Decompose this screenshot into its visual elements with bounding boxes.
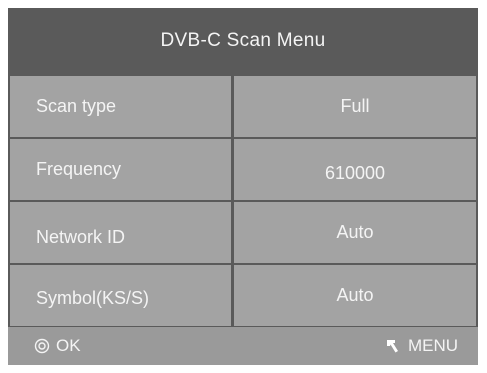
setting-label: Frequency — [36, 159, 122, 179]
ok-circle-icon — [34, 338, 50, 354]
back-arrow-icon — [384, 337, 402, 355]
dvb-c-scan-menu: DVB-C Scan Menu Scan type Full Frequency… — [8, 8, 478, 365]
menu-footer: OK MENU — [8, 327, 478, 365]
setting-value[interactable]: Auto — [234, 202, 476, 263]
menu-title: DVB-C Scan Menu — [160, 30, 326, 51]
settings-list: Scan type Full Frequency 610000 Network … — [10, 76, 476, 327]
setting-row-network-id[interactable]: Network ID Auto — [10, 202, 476, 263]
menu-button[interactable]: MENU — [384, 327, 458, 365]
setting-label: Network ID — [36, 227, 126, 247]
setting-label: Scan type — [36, 96, 117, 116]
setting-label: Symbol(KS/S) — [36, 288, 150, 308]
ok-label: OK — [56, 336, 81, 355]
setting-value[interactable]: Auto — [234, 265, 476, 326]
setting-row-frequency[interactable]: Frequency 610000 — [10, 139, 476, 200]
setting-row-symbol-rate[interactable]: Symbol(KS/S) Auto — [10, 265, 476, 326]
setting-value[interactable]: Full — [234, 76, 476, 137]
setting-value[interactable]: 610000 — [234, 139, 476, 200]
menu-label: MENU — [407, 336, 458, 355]
ok-button[interactable]: OK — [34, 327, 81, 365]
setting-row-scan-type[interactable]: Scan type Full — [10, 76, 476, 137]
